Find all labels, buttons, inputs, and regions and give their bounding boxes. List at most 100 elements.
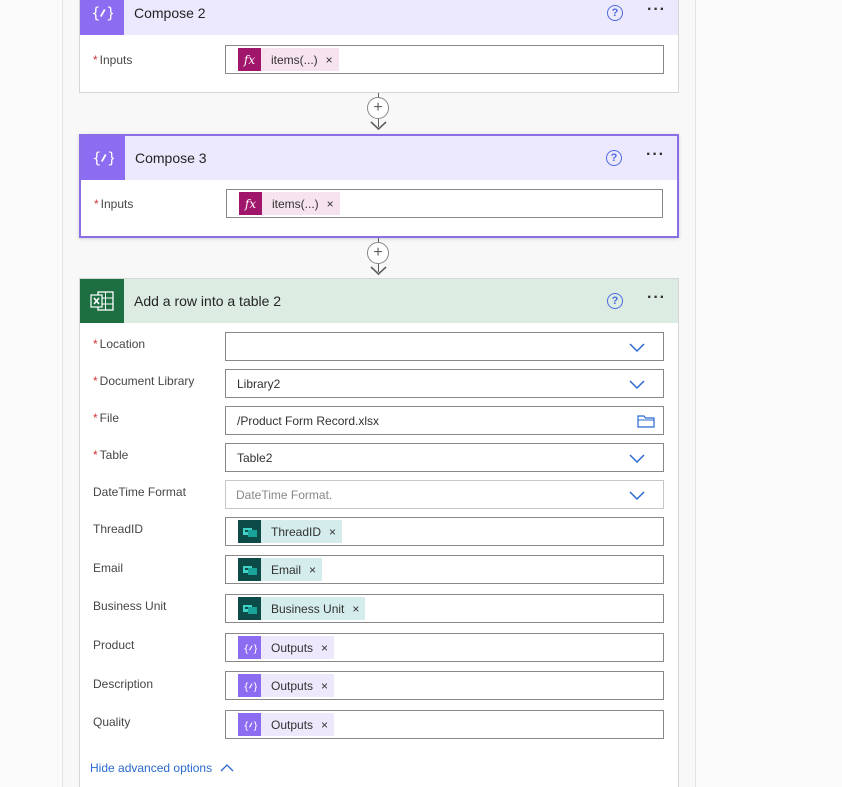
expression-token[interactable]: fx items(...) × (238, 48, 339, 71)
compose-2-header[interactable]: {} Compose 2 ? ··· (80, 0, 678, 35)
outputs-token[interactable]: {} Outputs × (238, 713, 335, 736)
add-step-button[interactable]: + (367, 97, 389, 119)
compose-3-header[interactable]: {} Compose 3 ? ··· (81, 136, 677, 180)
threadid-label: ThreadID (93, 522, 144, 536)
remove-token-icon[interactable]: × (329, 525, 336, 539)
compose-icon: {} (238, 713, 261, 736)
add-step-button[interactable]: + (367, 242, 389, 264)
remove-token-icon[interactable]: × (327, 197, 334, 211)
table-value: Table2 (237, 450, 273, 465)
datetime-format-label: DateTime Format (93, 485, 186, 499)
token-label: items(...) (272, 196, 319, 211)
table-label: * Table (93, 448, 129, 462)
dynamic-content-icon (238, 520, 261, 543)
location-label: * Location (93, 337, 146, 351)
card-title: Add a row into a table 2 (134, 293, 282, 309)
compose-icon: {} (80, 0, 124, 35)
svg-text:{: { (243, 644, 249, 654)
svg-text:{: { (243, 721, 249, 731)
folder-icon[interactable] (637, 413, 655, 429)
arrow-down-icon (370, 121, 387, 131)
compose-icon: {} (238, 674, 261, 697)
chevron-down-icon (629, 343, 645, 353)
more-options-button[interactable]: ··· (647, 290, 666, 312)
arrow-down-icon (370, 266, 387, 276)
token-label: ThreadID (271, 524, 322, 539)
datetime-format-placeholder: DateTime Format. (236, 487, 333, 502)
compose-2-card[interactable]: {} Compose 2 ? ··· *Inputs fx items(...)… (79, 0, 679, 93)
help-icon[interactable]: ? (606, 150, 623, 166)
dynamic-content-token[interactable]: ThreadID × (238, 520, 343, 543)
business-unit-label: Business Unit (93, 599, 167, 613)
dynamic-content-token[interactable]: Email × (238, 558, 323, 581)
outputs-token[interactable]: {} Outputs × (238, 674, 335, 697)
chevron-down-icon (629, 491, 645, 501)
datetime-format-dropdown[interactable]: DateTime Format. (225, 480, 664, 509)
email-label: Email (93, 561, 124, 575)
product-field[interactable]: {} Outputs × (225, 633, 664, 662)
document-library-dropdown[interactable]: Library2 (225, 369, 664, 398)
remove-token-icon[interactable]: × (309, 563, 316, 577)
location-dropdown[interactable] (225, 332, 664, 361)
product-label: Product (93, 638, 135, 652)
token-label: items(...) (271, 52, 318, 67)
compose-icon: {} (238, 636, 261, 659)
token-label: Outputs (271, 678, 314, 693)
quality-field[interactable]: {} Outputs × (225, 710, 664, 739)
remove-token-icon[interactable]: × (352, 602, 359, 616)
svg-text:{: { (92, 149, 102, 167)
quality-label: Quality (93, 715, 131, 729)
outputs-token[interactable]: {} Outputs × (238, 636, 335, 659)
more-options-button[interactable]: ··· (646, 147, 665, 169)
hide-advanced-options-label: Hide advanced options (90, 761, 213, 775)
svg-text:}: } (252, 644, 257, 654)
remove-token-icon[interactable]: × (321, 679, 328, 693)
email-field[interactable]: Email × (225, 555, 664, 584)
document-library-value: Library2 (237, 376, 281, 391)
inputs-field[interactable]: fx items(...) × (225, 45, 664, 74)
file-picker[interactable]: /Product Form Record.xlsx (225, 406, 664, 435)
description-label: Description (93, 677, 154, 691)
svg-text:}: } (252, 721, 257, 731)
help-icon[interactable]: ? (607, 293, 624, 309)
compose-icon: {} (81, 136, 125, 180)
hide-advanced-options-link[interactable]: Hide advanced options (90, 761, 234, 775)
svg-text:{: { (91, 4, 101, 22)
chevron-up-icon (220, 764, 234, 772)
expression-token[interactable]: fx items(...) × (239, 192, 340, 215)
card-title: Compose 3 (135, 150, 207, 166)
dynamic-content-icon (238, 597, 261, 620)
inputs-label: * Inputs (93, 53, 133, 67)
compose-3-card[interactable]: {} Compose 3 ? ··· *Inputs fx items(...)… (79, 134, 679, 238)
description-field[interactable]: {} Outputs × (225, 671, 664, 700)
table-dropdown[interactable]: Table2 (225, 443, 664, 472)
inputs-field[interactable]: fx items(...) × (226, 189, 663, 218)
token-label: Business Unit (271, 601, 345, 616)
add-row-header[interactable]: Add a row into a table 2 ? ··· (80, 279, 678, 323)
chevron-down-icon (629, 380, 645, 390)
business-unit-field[interactable]: Business Unit × (225, 594, 664, 623)
threadid-field[interactable]: ThreadID × (225, 517, 664, 546)
token-label: Outputs (271, 717, 314, 732)
chevron-down-icon (629, 454, 645, 464)
file-value: /Product Form Record.xlsx (237, 413, 380, 428)
svg-text:{: { (243, 682, 249, 692)
remove-token-icon[interactable]: × (321, 641, 328, 655)
card-title: Compose 2 (134, 5, 206, 21)
token-label: Outputs (271, 640, 314, 655)
svg-text:}: } (106, 4, 113, 22)
file-label: * File (93, 411, 120, 425)
more-options-button[interactable]: ··· (647, 2, 666, 24)
svg-text:}: } (252, 682, 257, 692)
add-row-card[interactable]: Add a row into a table 2 ? ··· * Location… (79, 278, 679, 787)
document-library-label: * Document Library (93, 374, 195, 388)
remove-token-icon[interactable]: × (326, 53, 333, 67)
remove-token-icon[interactable]: × (321, 718, 328, 732)
fx-icon: fx (239, 192, 262, 215)
inputs-label: * Inputs (94, 197, 134, 211)
help-icon[interactable]: ? (607, 5, 624, 21)
dynamic-content-icon (238, 558, 261, 581)
svg-text:}: } (107, 149, 114, 167)
excel-icon (80, 279, 124, 323)
dynamic-content-token[interactable]: Business Unit × (238, 597, 366, 620)
